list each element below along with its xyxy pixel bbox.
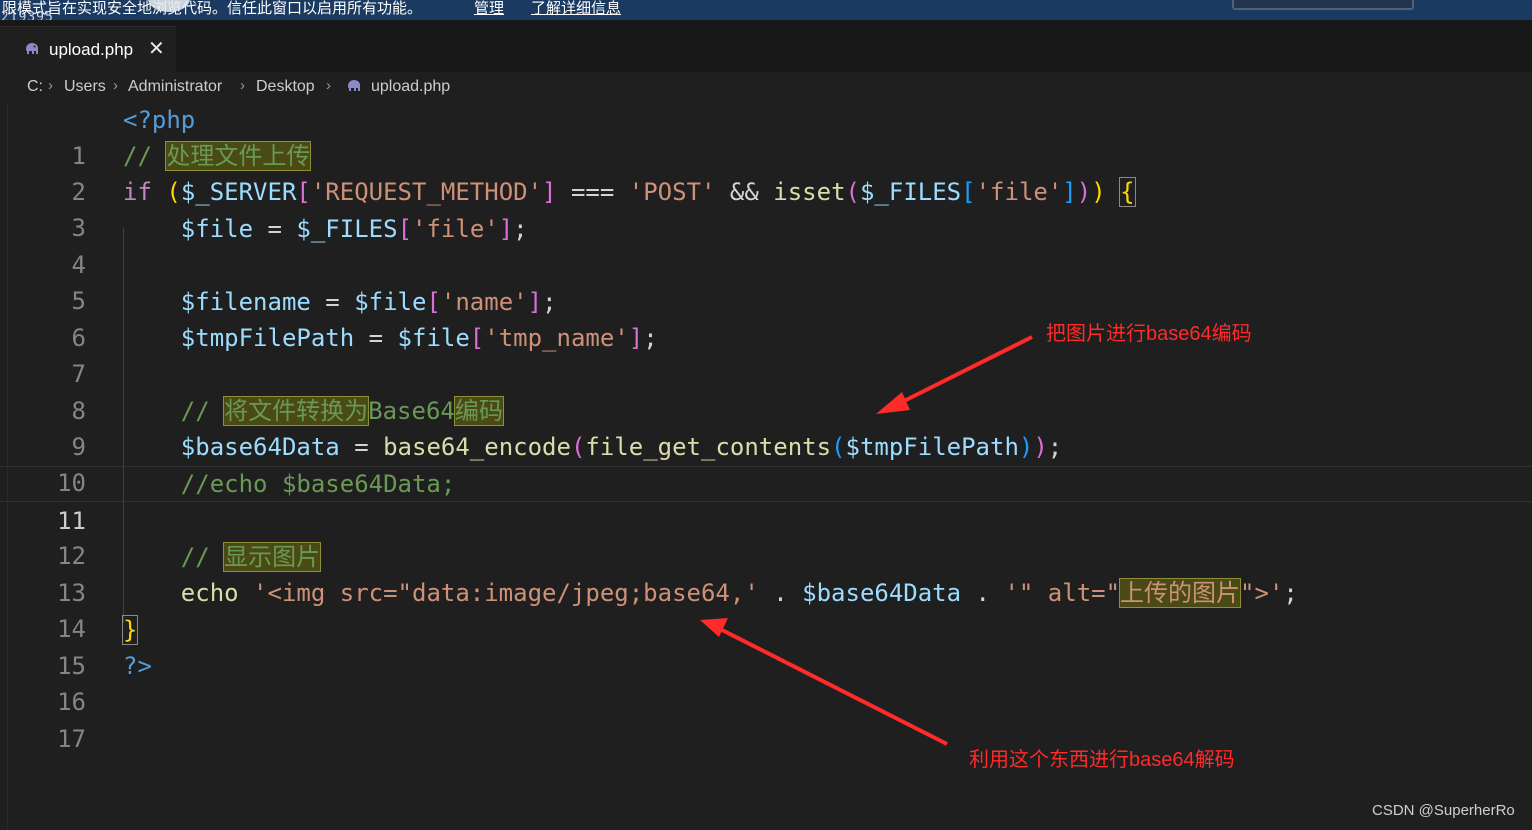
watermark: CSDN @SuperherRo xyxy=(1372,802,1515,819)
annotation-encode-note: 把图片进行base64编码 xyxy=(1046,323,1252,345)
annotation-arrows xyxy=(700,335,1033,746)
decode-arrow xyxy=(700,618,948,746)
annotation-decode-note: 利用这个东西进行base64解码 xyxy=(969,749,1235,771)
encode-arrow xyxy=(876,335,1033,414)
